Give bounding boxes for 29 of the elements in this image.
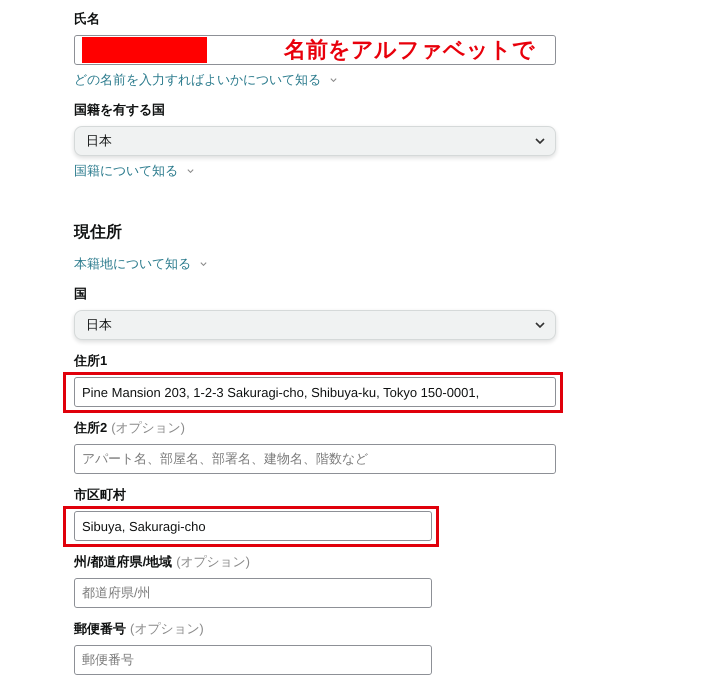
chevron-down-icon <box>535 138 545 144</box>
field-label: 住所2 <box>74 419 108 437</box>
chevron-icon <box>330 78 337 82</box>
field-label: 市区町村 <box>74 486 126 504</box>
section-heading: 現住所 <box>74 222 123 243</box>
input-field[interactable]: アパート名、部屋名、部署名、建物名、階数など <box>74 444 556 474</box>
chevron-down-icon <box>535 322 545 328</box>
field-label: 国 <box>74 285 88 303</box>
optional-note: (オプション) <box>130 620 204 638</box>
country-dropdown[interactable]: 日本 <box>74 310 556 340</box>
field-label: 郵便番号 <box>74 620 126 638</box>
input-field[interactable]: Sibuya, Sakuragi-cho <box>74 511 432 541</box>
field-label: 州/都道府県/地域 <box>74 553 172 571</box>
chevron-icon <box>187 169 194 173</box>
input-field[interactable]: Pine Mansion 203, 1-2-3 Sakuragi-cho, Shibuya-ku, Tokyo 150-0001, <box>74 377 556 407</box>
optional-note: (オプション) <box>176 553 250 571</box>
field-label: 住所1 <box>74 352 108 370</box>
chevron-icon <box>200 262 207 266</box>
annotation-text: 名前をアルファベットで <box>284 36 535 64</box>
field-label: 氏名 <box>74 10 100 28</box>
field-label: 国籍を有する国 <box>74 101 166 119</box>
input-field[interactable]: 都道府県/州 <box>74 578 432 608</box>
help-link[interactable]: 本籍地について知る <box>74 255 191 273</box>
help-link[interactable]: どの名前を入力すればよいかについて知る <box>74 71 321 89</box>
optional-note: (オプション) <box>111 419 185 437</box>
help-link[interactable]: 国籍について知る <box>74 162 178 180</box>
input-field[interactable]: 名前をアルファベットで <box>74 35 556 65</box>
input-field[interactable]: 郵便番号 <box>74 645 432 675</box>
country-dropdown[interactable]: 日本 <box>74 126 556 156</box>
